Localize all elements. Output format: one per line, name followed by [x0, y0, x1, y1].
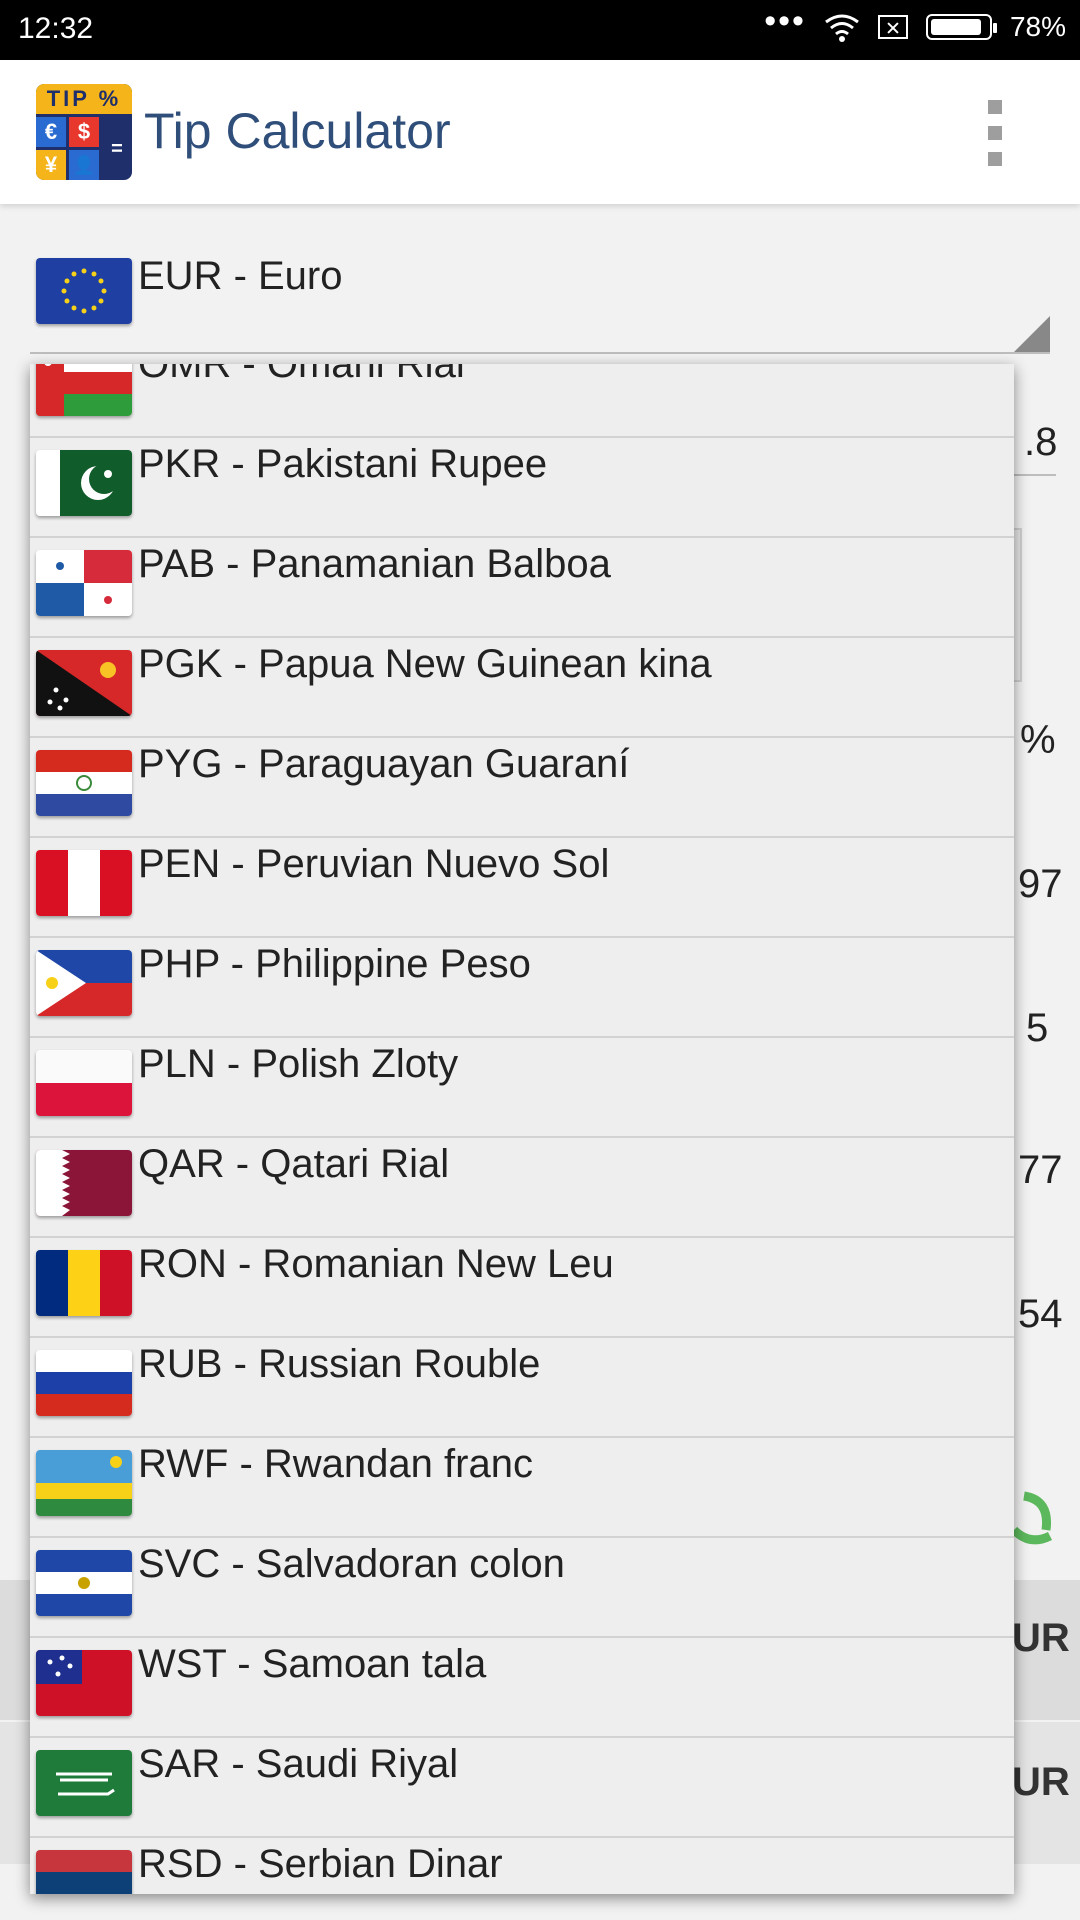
eu-flag-icon — [36, 258, 132, 324]
serbia-flag-icon — [36, 1850, 132, 1894]
currency-item-label: RUB - Russian Rouble — [138, 1342, 541, 1386]
currency-item-label: WST - Samoan tala — [138, 1642, 487, 1686]
bg-fragment-value2: 5 — [1026, 1006, 1049, 1050]
currency-item-label: SAR - Saudi Riyal — [138, 1742, 459, 1786]
bg-fragment-percent: % — [1020, 718, 1056, 762]
wifi-icon — [825, 14, 859, 42]
bg-fragment-value3: 77 — [1018, 1148, 1063, 1192]
pakistan-flag-icon — [36, 450, 132, 516]
panama-flag-icon — [36, 550, 132, 616]
currency-item-pln[interactable]: PLN - Polish Zloty — [30, 1038, 1014, 1138]
papua-new-guinea-flag-icon — [36, 650, 132, 716]
status-icons: ••• 78% — [764, 4, 1066, 44]
app-logo-dollar: $ — [69, 117, 99, 147]
app-logo-banner: TIP % — [36, 84, 132, 114]
el-salvador-flag-icon — [36, 1550, 132, 1616]
currency-item-label: RWF - Rwandan franc — [138, 1442, 533, 1486]
currency-item-sar[interactable]: SAR - Saudi Riyal — [30, 1738, 1014, 1838]
currency-spinner[interactable]: EUR - Euro — [30, 252, 1050, 354]
currency-item-wst[interactable]: WST - Samoan tala — [30, 1638, 1014, 1738]
currency-item-pkr[interactable]: PKR - Pakistani Rupee — [30, 438, 1014, 538]
peru-flag-icon — [36, 850, 132, 916]
status-bar: 12:32 ••• 78% — [0, 0, 1080, 60]
currency-item-rsd[interactable]: RSD - Serbian Dinar — [30, 1838, 1014, 1894]
currency-item-label: PYG - Paraguayan Guaraní — [138, 742, 630, 786]
selected-currency-label: EUR - Euro — [138, 254, 343, 298]
romania-flag-icon — [36, 1250, 132, 1316]
currency-item-rub[interactable]: RUB - Russian Rouble — [30, 1338, 1014, 1438]
bg-fragment-value1: 97 — [1018, 862, 1063, 906]
refresh-icon — [1010, 1491, 1053, 1545]
samoa-flag-icon — [36, 1650, 132, 1716]
currency-item-omr[interactable]: OMR - Omani Rial — [30, 364, 1014, 438]
currency-item-qar[interactable]: QAR - Qatari Rial — [30, 1138, 1014, 1238]
currency-item-pab[interactable]: PAB - Panamanian Balboa — [30, 538, 1014, 638]
currency-item-rwf[interactable]: RWF - Rwandan franc — [30, 1438, 1014, 1538]
currency-item-label: QAR - Qatari Rial — [138, 1142, 450, 1186]
currency-item-pgk[interactable]: PGK - Papua New Guinean kina — [30, 638, 1014, 738]
currency-item-pyg[interactable]: PYG - Paraguayan Guaraní — [30, 738, 1014, 838]
paraguay-flag-icon — [36, 750, 132, 816]
currency-item-label: PKR - Pakistani Rupee — [138, 442, 548, 486]
app-logo-person: 👤 — [69, 150, 99, 180]
saudi-arabia-flag-icon — [36, 1750, 132, 1816]
currency-item-ron[interactable]: RON - Romanian New Leu — [30, 1238, 1014, 1338]
currency-list: OMR - Omani Rial PKR - Pakistani Rupee P… — [30, 364, 1014, 1894]
currency-item-php[interactable]: PHP - Philippine Peso — [30, 938, 1014, 1038]
app-title: Tip Calculator — [144, 103, 451, 159]
bg-fragment-currency1: UR — [1012, 1616, 1070, 1660]
app-logo-equals: = — [102, 134, 132, 164]
currency-item-pen[interactable]: PEN - Peruvian Nuevo Sol — [30, 838, 1014, 938]
currency-item-label: PLN - Polish Zloty — [138, 1042, 459, 1086]
battery-percent: 78% — [1009, 11, 1066, 42]
currency-item-label: OMR - Omani Rial — [138, 364, 465, 386]
more-notifications-icon: ••• — [764, 2, 806, 40]
currency-dropdown[interactable]: OMR - Omani Rial PKR - Pakistani Rupee P… — [30, 364, 1014, 1894]
bg-fragment-value4: 54 — [1018, 1292, 1063, 1336]
status-time: 12:32 — [18, 12, 94, 45]
spinner-caret-icon — [1014, 316, 1050, 352]
app-logo-icon: TIP % € $ ¥ 👤 = — [36, 84, 132, 180]
app-logo-yen: ¥ — [36, 150, 66, 180]
russia-flag-icon — [36, 1350, 132, 1416]
currency-item-label: PGK - Papua New Guinean kina — [138, 642, 712, 686]
currency-item-label: PAB - Panamanian Balboa — [138, 542, 611, 586]
no-sim-icon — [877, 15, 908, 39]
app-bar: TIP % € $ ¥ 👤 = Tip Calculator — [0, 60, 1080, 204]
currency-item-label: RON - Romanian New Leu — [138, 1242, 614, 1286]
rwanda-flag-icon — [36, 1450, 132, 1516]
currency-item-label: SVC - Salvadoran colon — [138, 1542, 565, 1586]
app-logo-euro: € — [36, 117, 66, 147]
qatar-flag-icon — [36, 1150, 132, 1216]
currency-item-label: RSD - Serbian Dinar — [138, 1842, 503, 1886]
poland-flag-icon — [36, 1050, 132, 1116]
bg-fragment-currency2: UR — [1012, 1760, 1070, 1804]
bg-amount-underline — [1010, 474, 1056, 476]
currency-item-svc[interactable]: SVC - Salvadoran colon — [30, 1538, 1014, 1638]
overflow-menu-icon[interactable] — [980, 100, 1010, 166]
philippines-flag-icon — [36, 950, 132, 1016]
currency-item-label: PHP - Philippine Peso — [138, 942, 531, 986]
currency-item-label: PEN - Peruvian Nuevo Sol — [138, 842, 610, 886]
oman-flag-icon — [36, 364, 132, 416]
battery-icon — [925, 14, 997, 40]
bg-fragment-amount: .8 — [1024, 420, 1058, 464]
